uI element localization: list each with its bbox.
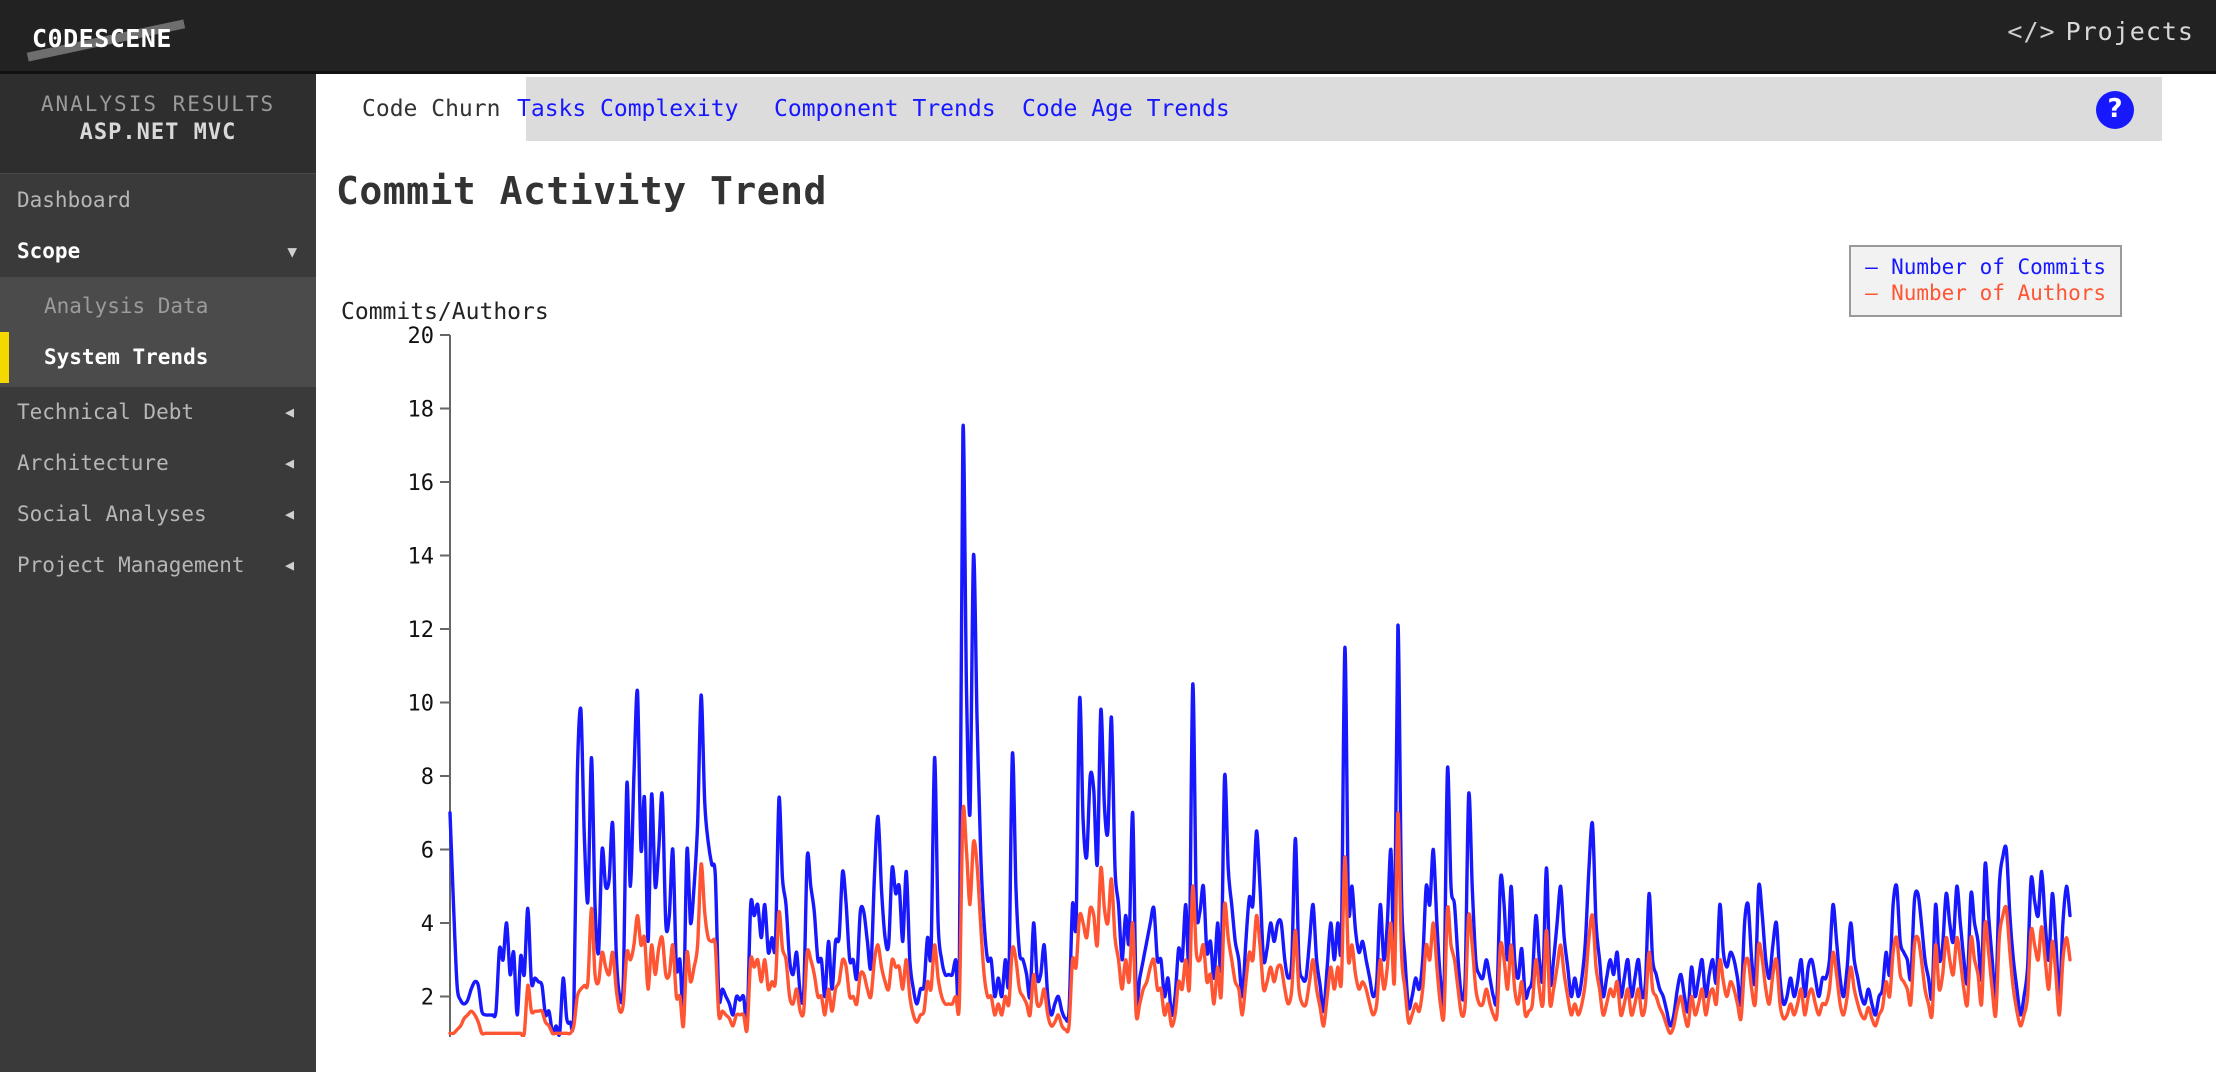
logo-text: C0DESCENE (32, 24, 172, 53)
sidebar-submenu-scope: Analysis Data System Trends (0, 277, 316, 387)
sidebar-item-label: Architecture (17, 451, 169, 475)
sidebar-item-label: Technical Debt (17, 400, 194, 424)
sidebar-subitem-label: Analysis Data (44, 294, 208, 318)
sidebar-header: ANALYSIS RESULTS ASP.NET MVC (0, 74, 316, 174)
sidebar-item-analysis-data[interactable]: Analysis Data (0, 281, 316, 332)
sidebar-item-dashboard[interactable]: Dashboard (0, 175, 316, 226)
tab-tasks[interactable]: Tasks (517, 77, 586, 141)
chevron-left-icon: ◀ (285, 438, 294, 489)
sidebar-item-scope[interactable]: Scope ▼ (0, 226, 316, 277)
tab-label: Complexity (600, 96, 738, 122)
projects-link[interactable]: </> Projects (2007, 17, 2194, 46)
sidebar-item-label: Dashboard (17, 188, 131, 212)
tab-label: Tasks (517, 96, 586, 122)
project-name-label: ASP.NET MVC (0, 120, 316, 145)
tab-label: Code Age Trends (1022, 96, 1230, 122)
sidebar-item-social-analyses[interactable]: Social Analyses ◀ (0, 489, 316, 540)
tab-code-churn[interactable]: Code Churn (336, 77, 526, 141)
svg-text:8: 8 (421, 765, 434, 790)
sidebar-item-label: Scope (17, 239, 80, 263)
projects-label: Projects (2066, 17, 2194, 46)
svg-text:18: 18 (408, 398, 435, 423)
page-title: Commit Activity Trend (336, 169, 827, 213)
svg-text:20: 20 (408, 324, 435, 349)
sidebar-item-system-trends[interactable]: System Trends (0, 332, 316, 383)
top-bar: C0DESCENE </> Projects (0, 0, 2216, 74)
tab-complexity[interactable]: Complexity (600, 77, 738, 141)
chevron-down-icon: ▼ (287, 226, 297, 277)
tab-bar: Code Churn Tasks Complexity Component Tr… (336, 77, 2162, 141)
svg-text:10: 10 (408, 692, 435, 717)
tab-label: Code Churn (362, 96, 500, 122)
codescene-logo[interactable]: C0DESCENE (18, 16, 198, 58)
tab-code-age-trends[interactable]: Code Age Trends (1022, 77, 1230, 141)
commit-activity-chart: 024681012141618202014201520162017 (316, 247, 2216, 1037)
active-indicator-bar (0, 332, 9, 383)
sidebar: ANALYSIS RESULTS ASP.NET MVC Dashboard S… (0, 74, 316, 1072)
sidebar-item-project-management[interactable]: Project Management ◀ (0, 540, 316, 591)
sidebar-subitem-label: System Trends (44, 345, 208, 369)
svg-text:4: 4 (421, 912, 434, 937)
code-brackets-icon: </> (2007, 17, 2055, 46)
sidebar-item-label: Social Analyses (17, 502, 207, 526)
chevron-left-icon: ◀ (285, 540, 294, 591)
sidebar-item-technical-debt[interactable]: Technical Debt ◀ (0, 387, 316, 438)
help-icon[interactable]: ? (2096, 91, 2134, 129)
svg-text:14: 14 (408, 545, 435, 570)
chevron-left-icon: ◀ (285, 387, 294, 438)
chevron-left-icon: ◀ (285, 489, 294, 540)
main-content: Code Churn Tasks Complexity Component Tr… (316, 77, 2216, 1072)
sidebar-item-architecture[interactable]: Architecture ◀ (0, 438, 316, 489)
sidebar-item-label: Project Management (17, 553, 245, 577)
analysis-results-label: ANALYSIS RESULTS (0, 92, 316, 116)
tab-label: Component Trends (774, 96, 996, 122)
svg-text:2: 2 (421, 986, 434, 1011)
svg-text:12: 12 (408, 618, 435, 643)
svg-text:6: 6 (421, 839, 434, 864)
chart-svg: 024681012141618202014201520162017 (316, 247, 2216, 1037)
tab-component-trends[interactable]: Component Trends (774, 77, 996, 141)
svg-text:16: 16 (408, 471, 435, 496)
